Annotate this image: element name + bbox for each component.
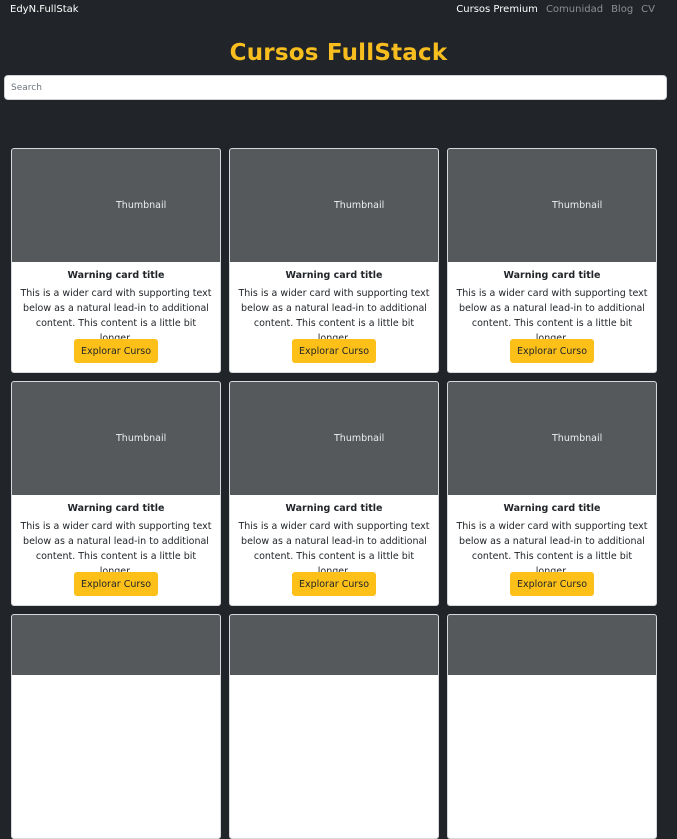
course-card: Thumbnail Warning card title This is a w… — [229, 148, 439, 373]
explore-course-button[interactable]: Explorar Curso — [510, 339, 594, 363]
thumbnail-image: Thumbnail — [12, 149, 220, 262]
course-card: Thumbnail Warning card title This is a w… — [229, 381, 439, 606]
course-card — [11, 614, 221, 839]
thumbnail-image — [448, 615, 656, 675]
course-card: Thumbnail Warning card title This is a w… — [447, 381, 657, 606]
course-card: Thumbnail Warning card title This is a w… — [447, 148, 657, 373]
thumbnail-image: Thumbnail — [12, 382, 220, 495]
card-text: This is a wider card with supporting tex… — [20, 521, 212, 577]
thumbnail-label: Thumbnail — [334, 433, 385, 444]
nav-link-cv[interactable]: CV — [641, 4, 655, 15]
card-title: Warning card title — [67, 270, 165, 281]
course-card: Thumbnail Warning card title This is a w… — [11, 381, 221, 606]
card-text: This is a wider card with supporting tex… — [238, 521, 430, 577]
navbar: EdyN.FullStak Cursos Premium Comunidad B… — [0, 0, 677, 22]
thumbnail-label: Thumbnail — [116, 433, 167, 444]
card-title: Warning card title — [67, 503, 165, 514]
course-card — [447, 614, 657, 839]
card-title: Warning card title — [285, 270, 383, 281]
page-title: Cursos FullStack — [229, 40, 448, 66]
brand-link[interactable]: EdyN.FullStak — [10, 4, 79, 15]
card-title: Warning card title — [503, 270, 601, 281]
nav-link-comunidad[interactable]: Comunidad — [546, 4, 603, 15]
explore-course-button[interactable]: Explorar Curso — [292, 339, 376, 363]
explore-course-button[interactable]: Explorar Curso — [74, 572, 158, 596]
course-grid: Thumbnail Warning card title This is a w… — [11, 148, 659, 839]
thumbnail-image: Thumbnail — [448, 382, 656, 495]
nav-links: Cursos Premium Comunidad Blog CV — [456, 4, 655, 15]
card-title: Warning card title — [503, 503, 601, 514]
explore-course-button[interactable]: Explorar Curso — [292, 572, 376, 596]
card-text: This is a wider card with supporting tex… — [456, 288, 648, 344]
explore-course-button[interactable]: Explorar Curso — [510, 572, 594, 596]
thumbnail-image: Thumbnail — [230, 382, 438, 495]
thumbnail-image — [12, 615, 220, 675]
explore-course-button[interactable]: Explorar Curso — [74, 339, 158, 363]
nav-link-cursos-premium[interactable]: Cursos Premium — [456, 4, 538, 15]
search-input[interactable] — [4, 75, 667, 100]
thumbnail-image — [230, 615, 438, 675]
thumbnail-label: Thumbnail — [116, 200, 167, 211]
course-card — [229, 614, 439, 839]
thumbnail-label: Thumbnail — [552, 433, 603, 444]
card-text: This is a wider card with supporting tex… — [456, 521, 648, 577]
thumbnail-label: Thumbnail — [334, 200, 385, 211]
nav-link-blog[interactable]: Blog — [611, 4, 633, 15]
course-card: Thumbnail Warning card title This is a w… — [11, 148, 221, 373]
card-title: Warning card title — [285, 503, 383, 514]
thumbnail-image: Thumbnail — [230, 149, 438, 262]
thumbnail-label: Thumbnail — [552, 200, 603, 211]
card-text: This is a wider card with supporting tex… — [20, 288, 212, 344]
thumbnail-image: Thumbnail — [448, 149, 656, 262]
card-text: This is a wider card with supporting tex… — [238, 288, 430, 344]
